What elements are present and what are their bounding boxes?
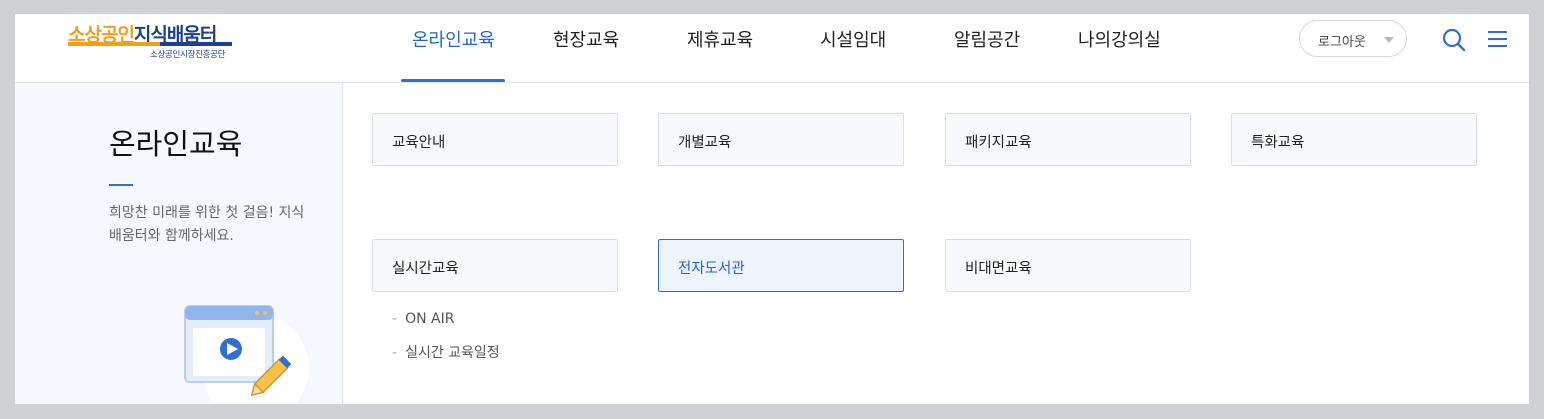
logo-bar-orange <box>68 42 160 46</box>
nav-my-classroom[interactable]: 나의강의실 <box>1078 26 1161 82</box>
video-lesson-illustration <box>183 302 313 404</box>
chevron-down-icon <box>1384 37 1394 43</box>
section-intro-panel: 온라인교육 희망찬 미래를 위한 첫 걸음! 지식배움터와 함께하세요. <box>15 83 343 404</box>
card-special-education[interactable]: 특화교육 <box>1231 113 1477 166</box>
nav-facility-rental[interactable]: 시설임대 <box>820 26 886 82</box>
logo-subtitle: 소상공인시장진흥공단 <box>150 50 226 60</box>
nav-partner-education[interactable]: 제휴교육 <box>687 26 753 82</box>
nav-online-education[interactable]: 온라인교육 <box>401 26 505 82</box>
section-description: 희망찬 미래를 위한 첫 걸음! 지식배움터와 함께하세요. <box>109 205 305 244</box>
nav-notice[interactable]: 알림공간 <box>954 26 1020 82</box>
sublink-on-air[interactable]: - ON AIR <box>392 311 454 327</box>
nav-field-education[interactable]: 현장교육 <box>553 26 619 82</box>
mega-menu-frame: 소상공인지식배움터 소상공인시장진흥공단 온라인교육 현장교육 제휴교육 시설임… <box>15 14 1529 404</box>
title-divider <box>109 184 133 186</box>
section-title: 온라인교육 <box>109 127 243 161</box>
card-realtime-education[interactable]: 실시간교육 <box>372 239 618 292</box>
card-e-library[interactable]: 전자도서관 <box>658 239 904 292</box>
logout-label: 로그아웃 <box>1318 35 1366 50</box>
card-individual-education[interactable]: 개별교육 <box>658 113 904 166</box>
menu-icon[interactable] <box>1484 26 1512 54</box>
search-icon[interactable] <box>1440 26 1468 54</box>
logout-button[interactable]: 로그아웃 <box>1299 20 1407 57</box>
logo-bar-navy <box>160 42 232 46</box>
site-header: 소상공인지식배움터 소상공인시장진흥공단 온라인교육 현장교육 제휴교육 시설임… <box>15 14 1529 83</box>
card-education-guide[interactable]: 교육안내 <box>372 113 618 166</box>
sublink-realtime-schedule[interactable]: - 실시간 교육일정 <box>392 342 500 362</box>
card-package-education[interactable]: 패키지교육 <box>945 113 1191 166</box>
site-logo[interactable]: 소상공인지식배움터 소상공인시장진흥공단 <box>68 20 238 68</box>
card-untact-education[interactable]: 비대면교육 <box>945 239 1191 292</box>
